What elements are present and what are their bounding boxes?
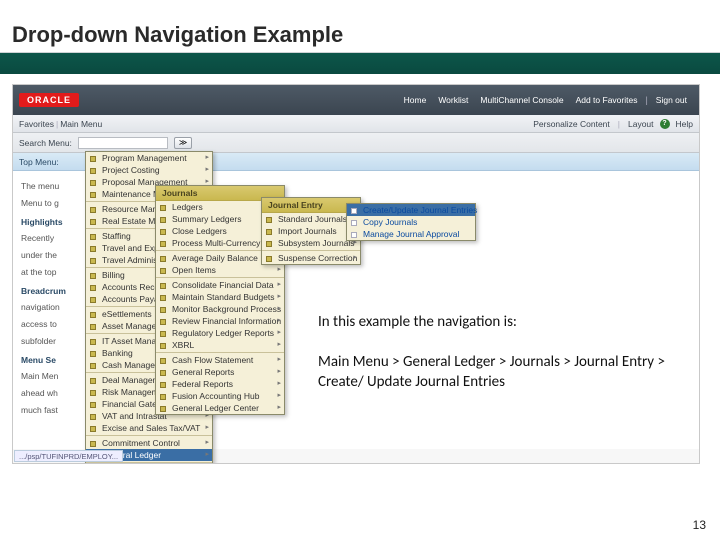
oracle-searchbar: Search Menu: ≫	[13, 133, 699, 153]
subnav-mainmenu[interactable]: Main Menu	[60, 119, 102, 129]
page-number: 13	[693, 518, 706, 532]
callout-intro: In this example the navigation is:	[318, 312, 678, 332]
menu-item[interactable]: Regulatory Ledger Reports	[156, 327, 284, 339]
separator: |	[56, 119, 58, 129]
status-url-hint: .../psp/TUFINPRD/EMPLOY...	[14, 450, 123, 462]
body-text: Menu to g	[21, 198, 91, 209]
nav-signout[interactable]: Sign out	[656, 95, 687, 105]
nav-mcc[interactable]: MultiChannel Console	[480, 95, 563, 105]
subnav-layout[interactable]: Layout	[628, 119, 654, 129]
body-text: The menu	[21, 181, 91, 192]
slide-header: Drop-down Navigation Example	[0, 0, 720, 62]
oracle-subbar: Favorites | Main Menu Personalize Conten…	[13, 115, 699, 133]
menu-item[interactable]: Suspense Correction	[262, 252, 360, 264]
body-text: navigation	[21, 302, 91, 313]
oracle-topbar: ORACLE Home Worklist MultiChannel Consol…	[13, 85, 699, 115]
body-text: Recently	[21, 233, 91, 244]
menu-item[interactable]: Create/Update Journal Entries	[347, 204, 475, 216]
slide-title: Drop-down Navigation Example	[12, 22, 343, 48]
body-text: much fast	[21, 405, 91, 416]
body-text: Main Men	[21, 371, 91, 382]
body-text: under the	[21, 250, 91, 261]
menu-item[interactable]: Consolidate Financial Data	[156, 279, 284, 291]
menu-item[interactable]: Project Costing	[86, 164, 212, 176]
body-text: at the top	[21, 267, 91, 278]
menu-item[interactable]: Cash Flow Statement	[156, 354, 284, 366]
menu-item[interactable]: Federal Reports	[156, 378, 284, 390]
subnav-favorites[interactable]: Favorites	[19, 119, 54, 129]
menu-item[interactable]: Program Management	[86, 152, 212, 164]
nav-home[interactable]: Home	[404, 95, 427, 105]
topmenu-label: Top Menu:	[19, 157, 59, 167]
menu-item[interactable]: General Ledger Center	[156, 402, 284, 414]
menu-item[interactable]: Maintain Standard Budgets	[156, 291, 284, 303]
menu-item[interactable]: Copy Journals	[347, 216, 475, 228]
menu-item[interactable]: Review Financial Information	[156, 315, 284, 327]
menu-item[interactable]: Open Items	[156, 264, 284, 276]
search-input[interactable]	[78, 137, 168, 149]
oracle-logo: ORACLE	[19, 93, 79, 107]
body-text: subfolder	[21, 336, 91, 347]
callout-path: Main Menu > General Ledger > Journals > …	[318, 352, 688, 393]
dropdown-journal-entry[interactable]: Create/Update Journal EntriesCopy Journa…	[346, 203, 476, 241]
nav-add-favorites[interactable]: Add to Favorites	[576, 95, 638, 105]
body-text: ahead wh	[21, 388, 91, 399]
body-text: access to	[21, 319, 91, 330]
subnav-personalize[interactable]: Personalize Content	[533, 119, 610, 129]
subnav-help[interactable]: Help	[676, 119, 693, 129]
help-icon[interactable]: ?	[660, 119, 670, 129]
menu-item[interactable]: Manage Journal Approval	[347, 228, 475, 240]
menu-item[interactable]: General Reports	[156, 366, 284, 378]
separator: |	[645, 95, 647, 105]
menu-item[interactable]: Fusion Accounting Hub	[156, 390, 284, 402]
menu-item[interactable]: Excise and Sales Tax/VAT	[86, 422, 212, 434]
nav-worklist[interactable]: Worklist	[438, 95, 468, 105]
green-band	[0, 52, 720, 74]
search-label: Search Menu:	[19, 138, 72, 148]
menu-item[interactable]: Monitor Background Process	[156, 303, 284, 315]
oracle-screenshot: ORACLE Home Worklist MultiChannel Consol…	[12, 84, 700, 464]
menu-item[interactable]: Commitment Control	[86, 437, 212, 449]
search-go-button[interactable]: ≫	[174, 137, 192, 149]
separator: |	[618, 119, 620, 129]
menu-item[interactable]: XBRL	[156, 339, 284, 351]
